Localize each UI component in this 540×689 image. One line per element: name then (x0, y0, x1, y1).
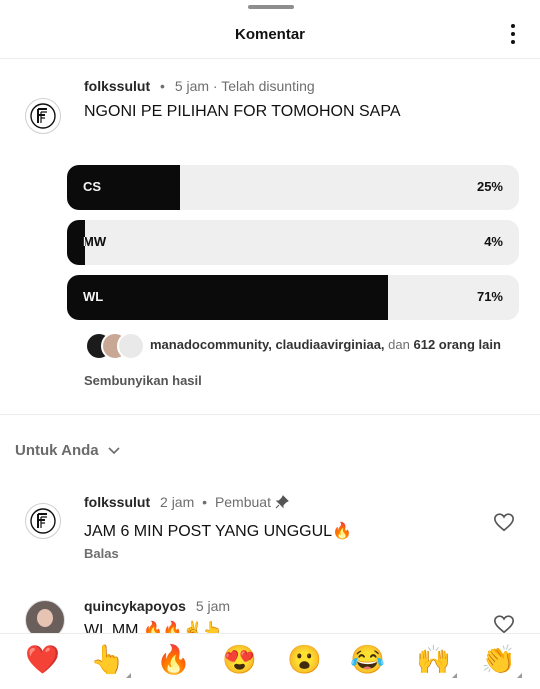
comment-meta: folkssulut 2 jam • Pembuat (84, 494, 289, 510)
comment-time: 5 jam (195, 598, 231, 614)
poll-option-percent: 4% (484, 234, 503, 249)
header-divider (0, 58, 540, 59)
voter-conjunction: dan (388, 337, 410, 352)
post-meta: folkssulut • 5 jam · Telah disunting (84, 78, 315, 94)
comment-text: WL MM 🔥🔥✌️👆 (84, 622, 223, 633)
comment-username[interactable]: folkssulut (84, 494, 150, 510)
surprised-emoji-button[interactable]: 😮 (287, 644, 322, 676)
heart-eyes-emoji-button[interactable]: 😍 (222, 644, 257, 676)
poll-option-cs[interactable]: CS 25% (67, 165, 519, 210)
voters-summary[interactable]: manadocommunity, claudiaavirginiaa, dan … (150, 337, 501, 352)
poll-option-mw[interactable]: MW 4% (67, 220, 519, 265)
poll-option-wl[interactable]: WL 71% (67, 275, 519, 320)
poll-option-percent: 71% (476, 289, 503, 304)
voter-avatar (117, 332, 145, 360)
heart-emoji-button[interactable]: ❤️ (25, 644, 60, 676)
voter-names: manadocommunity, claudiaavirginiaa, (150, 337, 385, 352)
fire-emoji-button[interactable]: 🔥 (156, 644, 191, 676)
profile-photo (37, 609, 53, 627)
comment-text-clip: WL MM 🔥🔥✌️👆 (84, 618, 223, 633)
reply-button[interactable]: Balas (84, 546, 119, 561)
avatar[interactable] (25, 98, 61, 134)
creator-badge: Pembuat (214, 494, 271, 510)
post-username[interactable]: folkssulut (84, 78, 150, 94)
more-options-icon[interactable] (510, 24, 516, 46)
drag-handle[interactable] (248, 5, 294, 9)
meta-separator: • (160, 78, 165, 94)
poll-fill (67, 275, 388, 320)
point-up-emoji-button[interactable]: 👆 (90, 644, 131, 678)
like-heart-icon[interactable] (493, 613, 515, 635)
folks-logo-icon (30, 508, 56, 534)
poll-option-percent: 25% (476, 179, 503, 194)
poll-option-label: MW (83, 234, 107, 249)
hide-results-button[interactable]: Sembunyikan hasil (84, 373, 202, 388)
meta-separator: • (202, 494, 208, 510)
comment-avatar[interactable] (25, 503, 61, 539)
page-title: Komentar (234, 26, 305, 43)
poll-option-label: CS (83, 179, 102, 194)
emoji-reaction-bar: ❤️ 👆 🔥 😍 😮 😂 🙌 👏 (0, 633, 540, 689)
header: Komentar (0, 14, 540, 58)
for-you-filter[interactable]: Untuk Anda (15, 442, 121, 459)
clapping-emoji-button[interactable]: 👏 (481, 644, 522, 678)
raised-hands-emoji-button[interactable]: 🙌 (416, 644, 457, 678)
voter-others: 612 orang lain (413, 337, 501, 352)
section-divider (0, 414, 540, 415)
post-time: 5 jam · Telah disunting (174, 78, 315, 94)
chevron-down-icon (108, 447, 120, 455)
laughing-emoji-button[interactable]: 😂 (350, 644, 385, 676)
for-you-label: Untuk Anda (15, 442, 99, 459)
comment-meta: quincykapoyos 5 jam (84, 598, 230, 614)
pin-icon (275, 495, 289, 509)
comment-username[interactable]: quincykapoyos (84, 598, 186, 614)
like-heart-icon[interactable] (493, 511, 515, 533)
post-text: NGONI PE PILIHAN FOR TOMOHON SAPA (84, 103, 401, 120)
comment-time: 2 jam (160, 494, 195, 510)
comment-text: JAM 6 MIN POST YANG UNGGUL🔥 (84, 523, 352, 540)
folks-logo-icon (30, 103, 56, 129)
poll-option-label: WL (83, 289, 104, 304)
